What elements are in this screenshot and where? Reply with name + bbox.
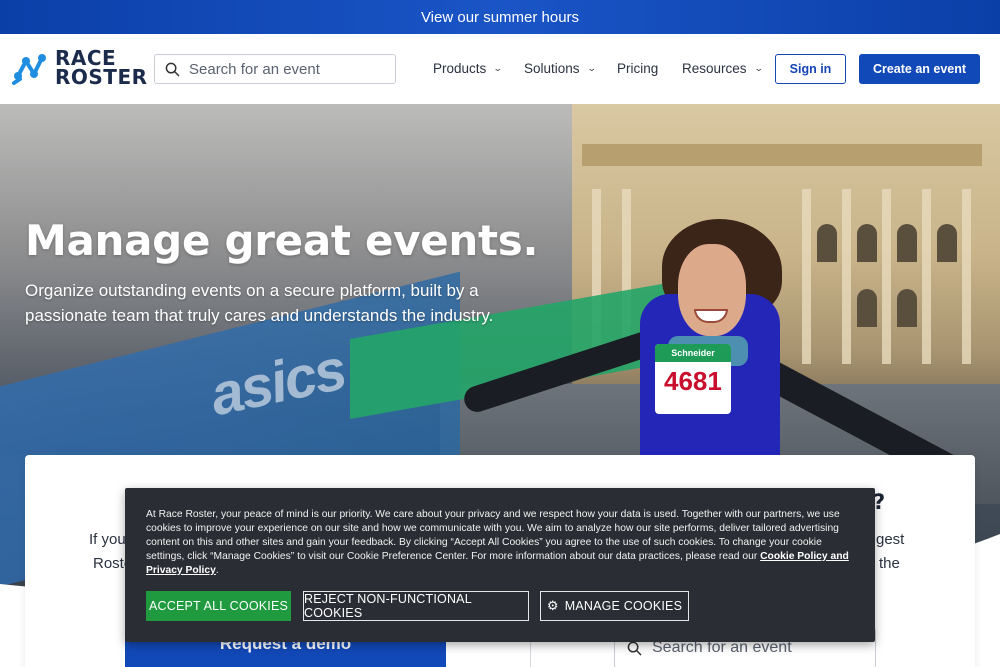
- nav-solutions-label: Solutions: [524, 61, 580, 76]
- nav-resources-label: Resources: [682, 61, 747, 76]
- card-divider: [530, 640, 531, 667]
- card-text-right-2: the: [879, 555, 900, 572]
- race-bib-number: 4681: [664, 366, 722, 396]
- logo-wordmark: RACE ROSTER: [55, 48, 148, 89]
- header-search[interactable]: [154, 54, 396, 84]
- create-event-button[interactable]: Create an event: [859, 54, 980, 84]
- logo-line-2: ROSTER: [55, 65, 148, 89]
- cookie-consent-text: At Race Roster, your peace of mind is ou…: [146, 508, 858, 578]
- reject-cookies-button[interactable]: REJECT NON-FUNCTIONAL COOKIES: [303, 591, 529, 621]
- manage-cookies-label: MANAGE COOKIES: [564, 599, 683, 613]
- banner-link[interactable]: View our summer hours: [421, 9, 579, 26]
- cookie-consent-dialog: At Race Roster, your peace of mind is ou…: [125, 488, 875, 642]
- manage-cookies-button[interactable]: ⚙ MANAGE COOKIES: [540, 591, 689, 621]
- cookie-consent-end: .: [215, 565, 219, 576]
- race-roster-logo-icon: [12, 54, 46, 85]
- chevron-down-icon: ⌄: [586, 63, 597, 73]
- hero-subtitle: Organize outstanding events on a secure …: [25, 281, 494, 325]
- accept-all-cookies-button[interactable]: ACCEPT ALL COOKIES: [146, 591, 291, 621]
- chevron-down-icon: ⌄: [753, 63, 764, 73]
- nav-solutions[interactable]: Solutions ⌄: [524, 61, 597, 76]
- gear-icon: ⚙: [546, 598, 559, 613]
- logo[interactable]: RACE ROSTER: [12, 48, 148, 89]
- nav-products-label: Products: [433, 61, 487, 76]
- cookie-consent-body: At Race Roster, your peace of mind is ou…: [146, 509, 840, 562]
- nav-resources[interactable]: Resources ⌄: [682, 61, 764, 76]
- search-input[interactable]: [189, 60, 389, 78]
- chevron-down-icon: ⌄: [493, 63, 503, 73]
- search-icon: [165, 62, 180, 76]
- hero-title: Manage great events.: [25, 216, 539, 265]
- nav-products[interactable]: Products ⌄: [433, 61, 503, 76]
- sign-in-button[interactable]: Sign in: [775, 54, 846, 84]
- nav-pricing[interactable]: Pricing: [617, 61, 658, 76]
- announcement-banner[interactable]: View our summer hours: [0, 0, 1000, 34]
- race-bib-brand: Schneider: [655, 344, 731, 362]
- search-icon: [627, 641, 642, 655]
- nav-pricing-label: Pricing: [617, 61, 659, 76]
- card-text-left: If you': [89, 531, 129, 548]
- card-text-right: gest: [876, 531, 905, 548]
- site-header: RACE ROSTER Products ⌄ Solutions ⌄ Prici…: [0, 34, 1000, 104]
